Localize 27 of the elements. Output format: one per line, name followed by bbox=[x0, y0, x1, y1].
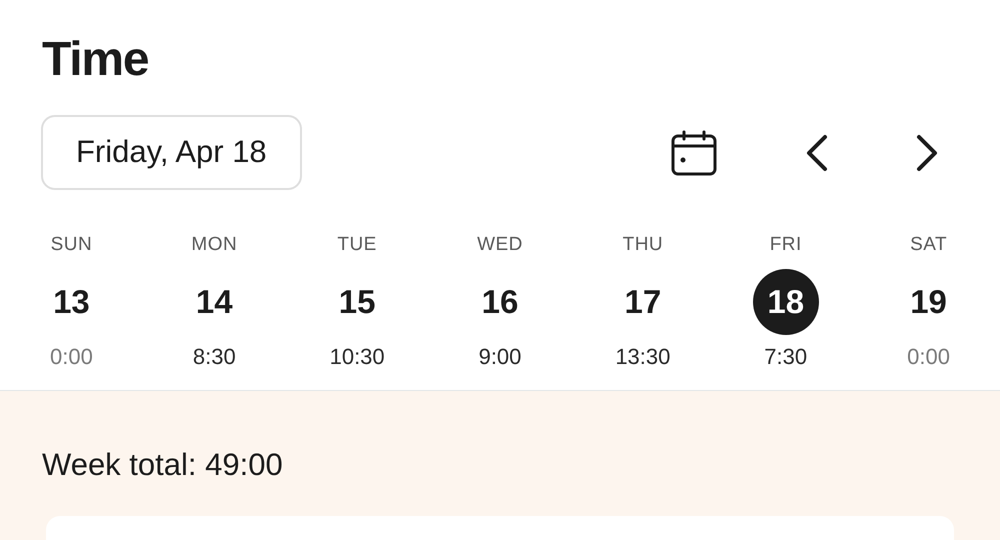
chevron-right-icon[interactable] bbox=[915, 134, 939, 172]
day-hours: 8:30 bbox=[192, 344, 236, 370]
page-title: Time bbox=[42, 32, 148, 88]
day-hours: 10:30 bbox=[330, 344, 385, 370]
weekday-label: SAT bbox=[910, 234, 948, 256]
day-number[interactable]: 15 bbox=[324, 269, 390, 335]
day-number[interactable]: 17 bbox=[610, 269, 676, 335]
weekday-label: TUE bbox=[337, 234, 377, 256]
day-number[interactable]: 16 bbox=[466, 269, 533, 335]
weekday-label: SUN bbox=[50, 234, 92, 256]
day-hours: 13:30 bbox=[615, 344, 670, 370]
weekday-label: WED bbox=[477, 234, 523, 256]
day-hours: 0:00 bbox=[50, 344, 93, 370]
day-hours: 0:00 bbox=[907, 344, 950, 370]
week-total: Week total: 49:00 bbox=[42, 446, 283, 484]
weekday-label: MON bbox=[191, 234, 238, 256]
day-number[interactable]: 18 bbox=[752, 269, 819, 335]
chevron-left-icon[interactable] bbox=[805, 134, 829, 172]
weekday-label: THU bbox=[622, 234, 664, 256]
weekday-label: FRI bbox=[770, 234, 802, 256]
date-button[interactable]: Friday, Apr 18 bbox=[41, 115, 302, 190]
day-number[interactable]: 13 bbox=[38, 269, 104, 335]
day-number[interactable]: 14 bbox=[181, 269, 248, 335]
calendar-icon[interactable] bbox=[671, 130, 717, 176]
day-hours: 7:30 bbox=[764, 344, 808, 370]
day-number[interactable]: 19 bbox=[896, 269, 962, 335]
day-hours: 9:00 bbox=[478, 344, 522, 370]
